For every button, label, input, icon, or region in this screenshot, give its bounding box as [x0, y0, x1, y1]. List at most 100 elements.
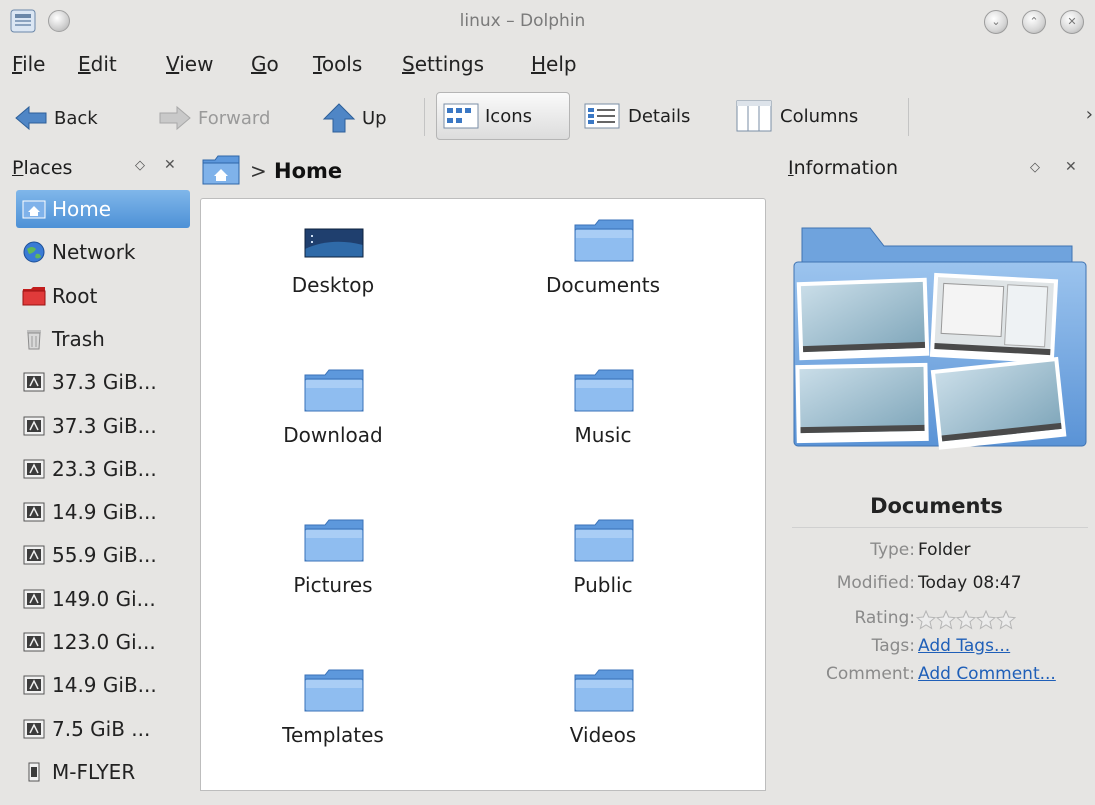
- star-icon[interactable]: [996, 610, 1016, 630]
- forward-arrow-icon: [159, 105, 191, 131]
- place-item[interactable]: Network: [16, 233, 190, 271]
- file-item[interactable]: Music: [493, 365, 713, 505]
- place-label: Root: [52, 283, 98, 308]
- forward-button[interactable]: Forward: [158, 98, 270, 138]
- drive-icon: [22, 631, 46, 653]
- place-label: 55.9 GiB...: [52, 543, 157, 568]
- undock-icon[interactable]: ◇: [135, 158, 145, 173]
- file-item[interactable]: Documents: [493, 215, 713, 355]
- desktop-folder-icon: [301, 215, 367, 267]
- toolbar-separator: [908, 98, 909, 136]
- place-label: 37.3 GiB...: [52, 370, 157, 395]
- star-icon[interactable]: [936, 610, 956, 630]
- network-icon: [22, 241, 46, 263]
- columns-view-button[interactable]: Columns: [730, 92, 890, 140]
- file-name: Download: [283, 423, 383, 447]
- place-item[interactable]: M-FLYER: [16, 753, 190, 791]
- breadcrumb-home[interactable]: Home: [274, 159, 342, 183]
- file-item[interactable]: Download: [223, 365, 443, 505]
- close-button[interactable]: ✕: [1060, 10, 1084, 34]
- file-item[interactable]: Videos: [493, 665, 713, 805]
- main-toolbar: Back Forward Up Icons Details Columns ›: [0, 90, 1095, 146]
- root-folder-icon: [22, 285, 46, 307]
- menu-go[interactable]: Go: [251, 52, 279, 76]
- menu-file-rest: ile: [22, 52, 46, 76]
- details-view-button[interactable]: Details: [578, 92, 710, 140]
- undock-icon[interactable]: ◇: [1030, 160, 1040, 175]
- menu-bar: File Edit View Go Tools Settings Help: [0, 50, 1095, 84]
- back-button[interactable]: Back: [14, 98, 98, 138]
- details-view-label: Details: [628, 105, 691, 127]
- icons-view-icon: [443, 103, 479, 129]
- place-item[interactable]: 14.9 GiB...: [16, 666, 190, 704]
- place-item[interactable]: Root: [16, 277, 190, 315]
- columns-view-icon: [736, 100, 772, 132]
- comment-label: Comment:: [825, 664, 915, 684]
- star-icon[interactable]: [956, 610, 976, 630]
- file-item[interactable]: Templates: [223, 665, 443, 805]
- home-icon: [22, 198, 46, 220]
- icons-view-button[interactable]: Icons: [436, 92, 570, 140]
- place-label: 37.3 GiB...: [52, 413, 157, 438]
- place-label: Trash: [52, 326, 105, 351]
- place-item[interactable]: 37.3 GiB...: [16, 363, 190, 401]
- up-button[interactable]: Up: [322, 98, 387, 138]
- place-item[interactable]: 123.0 Gi...: [16, 623, 190, 661]
- menu-view[interactable]: View: [166, 52, 213, 76]
- places-panel-header: Places ◇ ✕: [10, 150, 190, 186]
- folder-icon: [571, 665, 637, 717]
- drive-icon: [22, 674, 46, 696]
- file-item[interactable]: Public: [493, 515, 713, 655]
- place-item[interactable]: 7.5 GiB ...: [16, 710, 190, 748]
- place-item[interactable]: 149.0 Gi...: [16, 580, 190, 618]
- info-row-rating: Rating:: [778, 608, 1095, 636]
- close-panel-icon[interactable]: ✕: [1065, 159, 1077, 175]
- place-item[interactable]: Home: [16, 190, 190, 228]
- place-item[interactable]: 14.9 GiB...: [16, 493, 190, 531]
- folder-icon: [571, 215, 637, 267]
- folder-icon: [571, 515, 637, 567]
- drive-icon: [22, 501, 46, 523]
- place-label: M-FLYER: [52, 759, 136, 784]
- menu-file[interactable]: File: [12, 52, 45, 76]
- file-name: Videos: [569, 723, 637, 747]
- file-name: Public: [573, 573, 633, 597]
- menu-help[interactable]: Help: [531, 52, 577, 76]
- drive-icon: [22, 458, 46, 480]
- info-row-type: Type: Folder: [778, 540, 1095, 568]
- minimize-button[interactable]: ⌄: [984, 10, 1008, 34]
- menu-tools[interactable]: Tools: [313, 52, 362, 76]
- information-divider: [792, 527, 1088, 528]
- places-title-rest: laces: [23, 157, 73, 179]
- tags-label: Tags:: [871, 636, 915, 656]
- file-item[interactable]: Desktop: [223, 215, 443, 355]
- info-row-comment: Comment: Add Comment...: [778, 664, 1095, 692]
- add-comment-link[interactable]: Add Comment...: [918, 664, 1056, 684]
- place-item[interactable]: 23.3 GiB...: [16, 450, 190, 488]
- file-name: Pictures: [293, 573, 373, 597]
- menu-edit[interactable]: Edit: [78, 52, 117, 76]
- drive-icon: [22, 371, 46, 393]
- place-item[interactable]: 55.9 GiB...: [16, 536, 190, 574]
- file-view[interactable]: Desktop Documents Download Music Pictures Pub…: [200, 198, 766, 791]
- star-icon[interactable]: [976, 610, 996, 630]
- view-mode-group: Icons Details Columns: [436, 92, 904, 142]
- menu-settings[interactable]: Settings: [402, 52, 484, 76]
- drive-icon: [22, 415, 46, 437]
- maximize-button[interactable]: ⌃: [1022, 10, 1046, 34]
- place-item[interactable]: Trash: [16, 320, 190, 358]
- rating-stars[interactable]: [916, 610, 1016, 630]
- forward-label: Forward: [198, 107, 271, 129]
- star-icon[interactable]: [916, 610, 936, 630]
- close-panel-icon[interactable]: ✕: [164, 157, 176, 173]
- up-arrow-icon: [322, 103, 356, 133]
- type-value: Folder: [918, 540, 971, 560]
- place-item[interactable]: 37.3 GiB...: [16, 407, 190, 445]
- location-bar[interactable]: > Home: [198, 150, 768, 194]
- home-folder-icon[interactable]: [202, 154, 240, 186]
- window-title: linux – Dolphin: [459, 11, 586, 31]
- file-item[interactable]: Pictures: [223, 515, 443, 655]
- file-name: Documents: [545, 273, 661, 297]
- toolbar-overflow-button[interactable]: ›: [1086, 104, 1093, 125]
- add-tags-link[interactable]: Add Tags...: [918, 636, 1010, 656]
